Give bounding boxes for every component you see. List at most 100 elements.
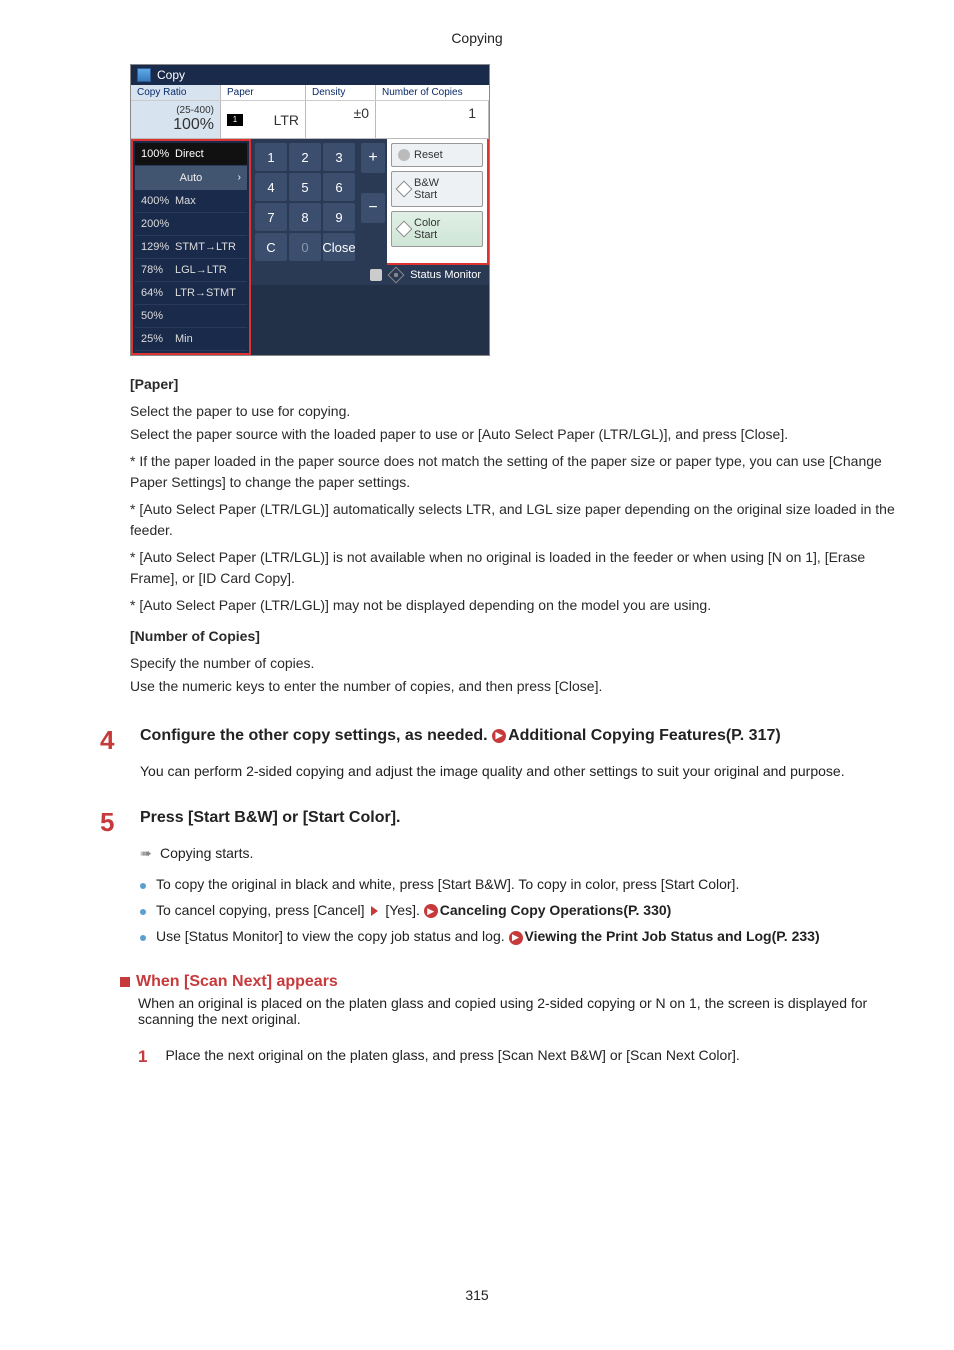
- reset-label: Reset: [414, 149, 443, 161]
- ratio-item-stmt-ltr[interactable]: 129% STMT→LTR: [135, 236, 247, 259]
- bullet-icon: [140, 883, 146, 889]
- diamond-icon: [396, 221, 413, 238]
- density-plus-button[interactable]: +: [361, 143, 385, 173]
- value-paper[interactable]: 1 LTR: [221, 101, 306, 138]
- scan-next-desc: When an original is placed on the platen…: [138, 995, 878, 1027]
- ratio-item-auto[interactable]: Auto ›: [135, 166, 247, 190]
- paper-size-value: LTR: [274, 112, 299, 128]
- ratio-item-lgl-ltr[interactable]: 78% LGL→LTR: [135, 259, 247, 282]
- ratio-item-max[interactable]: 400% Max: [135, 190, 247, 213]
- page-header: Copying: [50, 30, 904, 46]
- bullet-item: To cancel copying, press [Cancel] [Yes].…: [140, 902, 904, 918]
- ratio-item-200[interactable]: 200%: [135, 213, 247, 236]
- scan-next-heading: When [Scan Next] appears: [136, 973, 338, 991]
- ratio-pct: 100%: [141, 148, 175, 160]
- start-bw-button[interactable]: B&W Start: [391, 171, 483, 207]
- ratio-item-direct[interactable]: 100% Direct: [135, 143, 247, 166]
- ratio-item-50[interactable]: 50%: [135, 305, 247, 328]
- value-density[interactable]: ±0: [306, 101, 376, 138]
- paper-note2: * [Auto Select Paper (LTR/LGL)] automati…: [130, 499, 904, 541]
- key-3[interactable]: 3: [323, 143, 355, 171]
- key-c[interactable]: C: [255, 233, 287, 261]
- copy-app-icon: [137, 68, 151, 82]
- key-1[interactable]: 1: [255, 143, 287, 171]
- key-7[interactable]: 7: [255, 203, 287, 231]
- step-5-desc: ➠Copying starts.: [140, 845, 880, 862]
- bullet-text-pre: To cancel copying, press [Cancel]: [156, 902, 368, 918]
- ratio-label: STMT→LTR: [175, 241, 236, 253]
- section-paper: Paper: [221, 85, 306, 100]
- reset-button[interactable]: Reset: [391, 143, 483, 167]
- chevron-right-icon: ›: [238, 172, 241, 183]
- section-square-icon: [120, 977, 130, 987]
- page-number: 315: [50, 1287, 904, 1303]
- copies-heading: [Number of Copies]: [130, 626, 904, 647]
- paper-note1: * If the paper loaded in the paper sourc…: [130, 451, 904, 493]
- copies-p2: Use the numeric keys to enter the number…: [130, 676, 904, 697]
- step-4-title: Configure the other copy settings, as ne…: [140, 727, 904, 753]
- paper-heading: [Paper]: [130, 374, 904, 395]
- ratio-pct: 25%: [141, 333, 175, 345]
- section-number-of-copies: Number of Copies: [376, 85, 489, 100]
- section-labels-row: Copy Ratio Paper Density Number of Copie…: [131, 85, 489, 101]
- step-4-number: 4: [100, 727, 126, 753]
- diamond-icon: [396, 181, 413, 198]
- ratio-range: (25-400): [176, 105, 214, 116]
- section-copy-ratio: Copy Ratio: [131, 85, 221, 100]
- start-bw-label: B&W Start: [414, 177, 439, 201]
- bullet-item: To copy the original in black and white,…: [140, 876, 904, 892]
- reset-icon: [398, 149, 410, 161]
- step-5-number: 5: [100, 809, 126, 835]
- value-copy-ratio[interactable]: (25-400) 100%: [131, 101, 221, 138]
- ratio-item-ltr-stmt[interactable]: 64% LTR→STMT: [135, 282, 247, 305]
- ratio-label: LTR→STMT: [175, 287, 236, 299]
- ratio-value: 100%: [137, 116, 214, 134]
- gear-icon[interactable]: [388, 267, 405, 284]
- key-2[interactable]: 2: [289, 143, 321, 171]
- ratio-item-min[interactable]: 25% Min: [135, 328, 247, 351]
- ratio-pct: 200%: [141, 218, 175, 230]
- status-monitor-button[interactable]: Status Monitor: [410, 269, 481, 281]
- bullet-text-mid: [Yes].: [385, 902, 423, 918]
- status-bar: Status Monitor: [251, 265, 489, 285]
- window-titlebar: Copy: [131, 65, 489, 85]
- copy-ratio-list: 100% Direct Auto › 400% Max 200% 129%: [131, 139, 251, 355]
- network-icon: [370, 269, 382, 281]
- ratio-pct: 50%: [141, 310, 175, 322]
- paper-p1b: Select the paper source with the loaded …: [130, 424, 904, 445]
- link-arrow-icon: ▶: [509, 931, 523, 945]
- bullet-icon: [140, 935, 146, 941]
- numeric-keypad: 1 2 3 4 5 6 7 8 9 C 0 Close: [251, 139, 359, 265]
- substep-1-text: Place the next original on the platen gl…: [165, 1047, 739, 1067]
- ratio-pct: 400%: [141, 195, 175, 207]
- key-8[interactable]: 8: [289, 203, 321, 231]
- copy-screen: Copy Copy Ratio Paper Density Number of …: [130, 64, 490, 356]
- density-minus-button[interactable]: −: [361, 193, 385, 223]
- bullet-text: To copy the original in black and white,…: [156, 876, 739, 892]
- values-row: (25-400) 100% 1 LTR ±0 1: [131, 101, 489, 139]
- key-9[interactable]: 9: [323, 203, 355, 231]
- key-5[interactable]: 5: [289, 173, 321, 201]
- result-arrow-icon: ➠: [140, 845, 160, 862]
- bullet-text: Use [Status Monitor] to view the copy jo…: [156, 928, 820, 944]
- value-copies[interactable]: 1: [376, 101, 489, 138]
- bullet-link[interactable]: Viewing the Print Job Status and Log(P. …: [525, 928, 820, 944]
- key-close[interactable]: Close: [323, 233, 355, 261]
- paper-note4: * [Auto Select Paper (LTR/LGL)] may not …: [130, 595, 904, 616]
- triangle-separator-icon: [371, 906, 378, 916]
- key-0[interactable]: 0: [289, 233, 321, 261]
- ratio-label: Min: [175, 333, 193, 345]
- link-arrow-icon: ▶: [492, 729, 506, 743]
- start-color-button[interactable]: Color Start: [391, 211, 483, 247]
- substep-1-number: 1: [138, 1047, 147, 1067]
- step-4-desc: You can perform 2-sided copying and adju…: [140, 763, 880, 779]
- paper-p1: Select the paper to use for copying.: [130, 401, 904, 422]
- step-4-link[interactable]: Additional Copying Features(P. 317): [508, 727, 781, 744]
- key-4[interactable]: 4: [255, 173, 287, 201]
- paper-note3: * [Auto Select Paper (LTR/LGL)] is not a…: [130, 547, 904, 589]
- key-6[interactable]: 6: [323, 173, 355, 201]
- bullet-item: Use [Status Monitor] to view the copy jo…: [140, 928, 904, 944]
- bullet-icon: [140, 909, 146, 915]
- bullet-link[interactable]: Canceling Copy Operations(P. 330): [440, 902, 672, 918]
- ratio-auto-label: Auto: [180, 172, 203, 184]
